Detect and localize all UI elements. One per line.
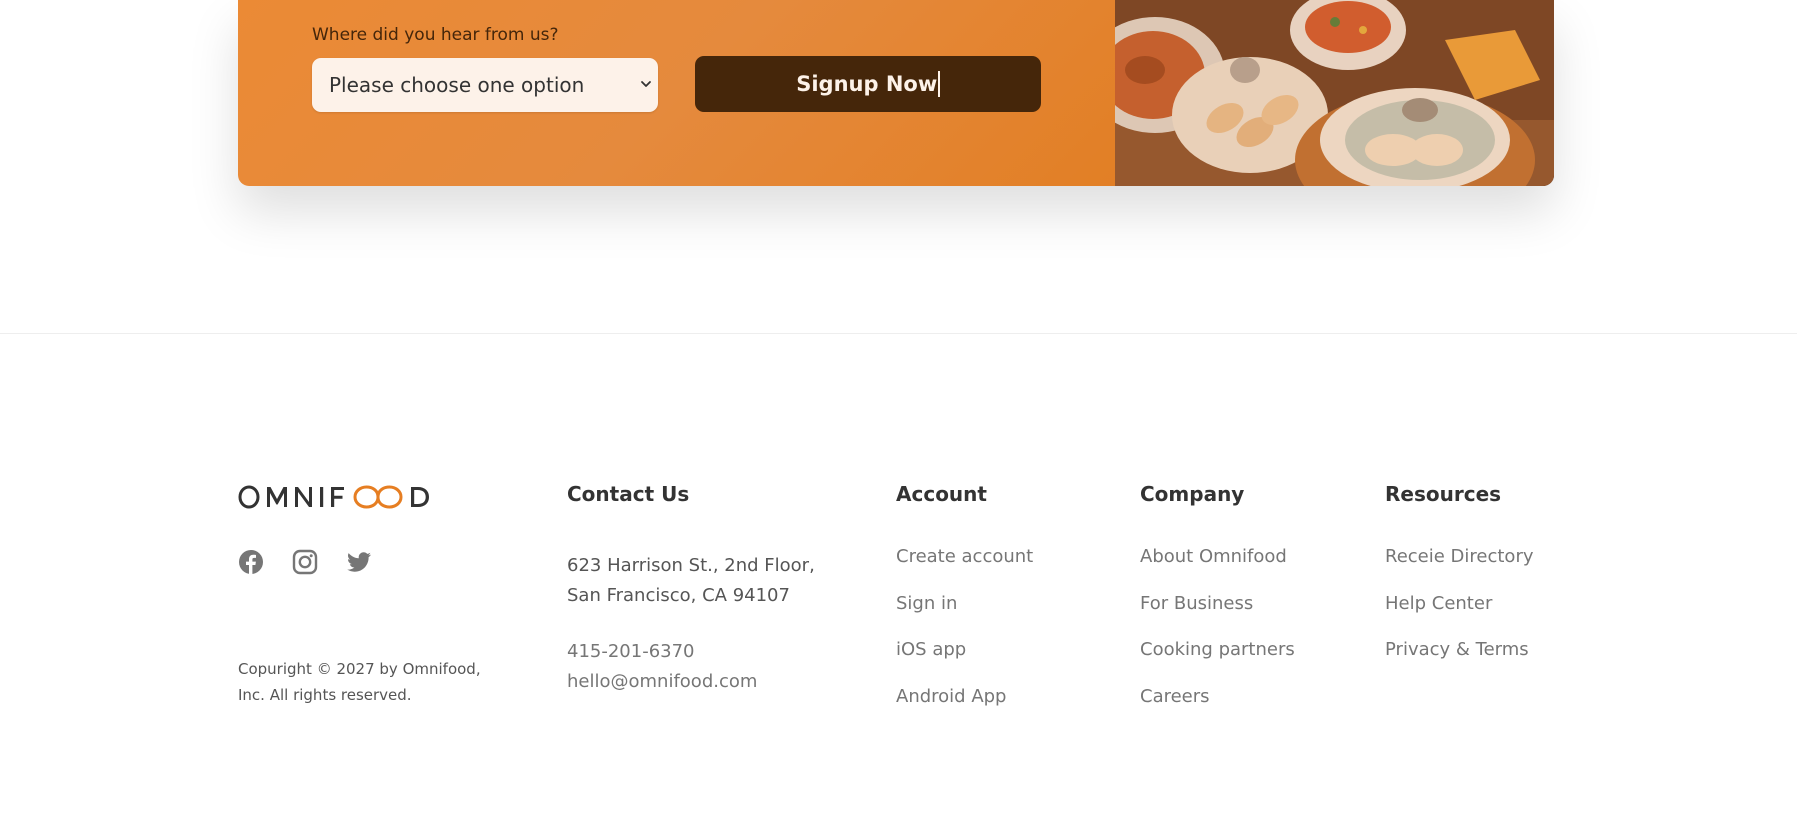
company-title: Company	[1140, 482, 1245, 506]
signup-button-label: Signup Now	[796, 72, 938, 96]
account-column: Account Create account Sign in iOS app A…	[896, 482, 1033, 732]
source-select-label: Where did you hear from us?	[312, 25, 559, 45]
address: 623 Harrison St., 2nd Floor, San Francis…	[567, 551, 815, 611]
section-divider	[0, 333, 1797, 334]
link-create-account[interactable]: Create account	[896, 546, 1033, 568]
link-careers[interactable]: Careers	[1140, 686, 1295, 708]
resources-title: Resources	[1385, 482, 1502, 506]
link-for-business[interactable]: For Business	[1140, 593, 1295, 615]
signup-button[interactable]: Signup Now	[695, 56, 1041, 112]
omnifood-logo[interactable]	[238, 483, 430, 515]
account-links: Create account Sign in iOS app Android A…	[896, 546, 1033, 708]
address-line-2: San Francisco, CA 94107	[567, 585, 790, 606]
contact-column: Contact Us 623 Harrison St., 2nd Floor, …	[567, 482, 815, 697]
social-links	[238, 549, 372, 575]
food-image	[1115, 0, 1554, 186]
link-about[interactable]: About Omnifood	[1140, 546, 1295, 568]
copyright-text: Copuright © 2027 by Omnifood, Inc. All r…	[238, 660, 481, 704]
link-privacy-terms[interactable]: Privacy & Terms	[1385, 639, 1534, 661]
twitter-icon[interactable]	[346, 549, 372, 575]
link-cooking-partners[interactable]: Cooking partners	[1140, 639, 1295, 661]
contact-details: 415-201-6370 hello@omnifood.com	[567, 637, 815, 697]
resources-links: Receie Directory Help Center Privacy & T…	[1385, 546, 1534, 661]
chevron-down-icon	[641, 81, 651, 87]
text-cursor	[938, 71, 940, 97]
account-title: Account	[896, 482, 987, 506]
company-links: About Omnifood For Business Cooking part…	[1140, 546, 1295, 708]
phone-link[interactable]: 415-201-6370	[567, 637, 815, 667]
link-recipe-directory[interactable]: Receie Directory	[1385, 546, 1534, 568]
logo-wordmark	[238, 485, 429, 509]
link-help-center[interactable]: Help Center	[1385, 593, 1534, 615]
contact-title: Contact Us	[567, 482, 690, 506]
facebook-icon[interactable]	[238, 549, 264, 575]
source-select[interactable]: Please choose one option	[312, 58, 658, 112]
resources-column: Resources Receie Directory Help Center P…	[1385, 482, 1534, 686]
select-value: Please choose one option	[329, 73, 585, 97]
signup-cta-card: Where did you hear from us? Please choos…	[238, 0, 1554, 186]
link-ios-app[interactable]: iOS app	[896, 639, 1033, 661]
link-android-app[interactable]: Android App	[896, 686, 1033, 708]
address-line-1: 623 Harrison St., 2nd Floor,	[567, 555, 815, 576]
signup-form: Where did you hear from us? Please choos…	[238, 0, 1115, 186]
instagram-icon[interactable]	[292, 549, 318, 575]
link-sign-in[interactable]: Sign in	[896, 593, 1033, 615]
email-link[interactable]: hello@omnifood.com	[567, 667, 815, 697]
company-column: Company About Omnifood For Business Cook…	[1140, 482, 1295, 732]
